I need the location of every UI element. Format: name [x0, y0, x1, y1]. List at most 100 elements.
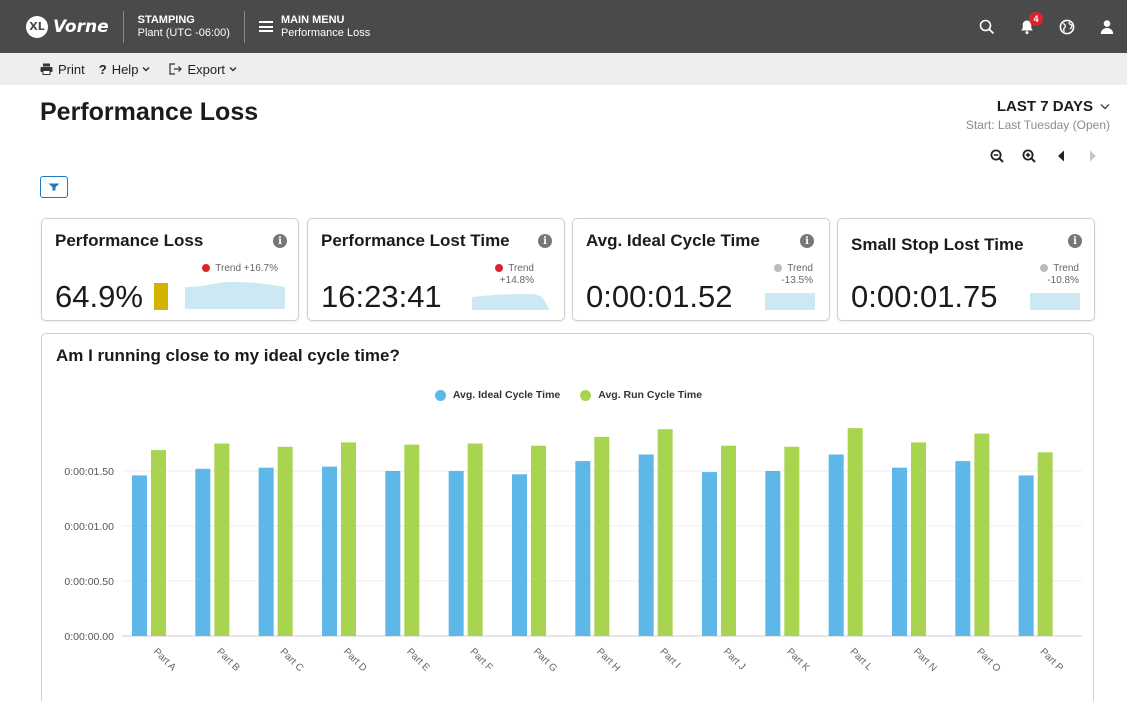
bar-run-cycle-time — [214, 443, 230, 636]
info-icon[interactable]: i — [273, 234, 287, 248]
x-tick-label: Part D — [341, 646, 369, 674]
trend-change: -10.8% — [1047, 275, 1079, 286]
bar-run-cycle-time — [657, 429, 673, 636]
print-label: Print — [58, 61, 85, 77]
time-navigation — [981, 146, 1109, 166]
search-button[interactable] — [967, 0, 1007, 53]
page-title: Performance Loss — [40, 98, 259, 126]
x-tick-label: Part N — [911, 646, 939, 674]
kpi-title: Performance Lost Time — [321, 231, 510, 250]
info-icon[interactable]: i — [800, 234, 814, 248]
export-label: Export — [187, 61, 226, 77]
kpi-card-performance-lost-time[interactable]: Performance Lost Time i Trend +14.8% 16:… — [307, 218, 565, 321]
bar-ideal-cycle-time — [132, 475, 147, 636]
y-tick-label: 0:00:01.50 — [64, 466, 114, 478]
main-menu-button[interactable]: MAIN MENU Performance Loss — [258, 13, 371, 40]
user-button[interactable] — [1087, 0, 1127, 53]
info-icon[interactable]: i — [1068, 234, 1082, 248]
y-tick-label: 0:00:00.00 — [64, 631, 114, 643]
date-range-label: LAST 7 DAYS — [996, 98, 1093, 115]
menu-subtitle: Performance Loss — [280, 26, 371, 39]
x-tick-label: Part P — [1038, 646, 1066, 674]
x-tick-label: Part B — [214, 646, 242, 674]
cycle-time-chart-panel: Am I running close to my ideal cycle tim… — [41, 333, 1094, 701]
bar-ideal-cycle-time — [512, 474, 527, 636]
kpi-title: Small Stop Lost Time — [851, 235, 1024, 254]
help-menu[interactable]: ? Help — [99, 62, 156, 77]
caret-left-icon — [1058, 150, 1064, 162]
hamburger-icon — [258, 21, 273, 32]
previous-period-button[interactable] — [1045, 146, 1077, 166]
kpi-title: Performance Loss — [55, 231, 204, 250]
logo-badge: XL — [26, 15, 48, 38]
zoom-in-button[interactable] — [1013, 146, 1045, 166]
search-icon — [979, 19, 995, 34]
chevron-down-icon — [1100, 104, 1110, 110]
trend-label: Trend — [1053, 263, 1079, 274]
globe-icon — [1059, 19, 1075, 34]
kpi-value: 0:00:01.52 — [586, 279, 733, 314]
kpi-title: Avg. Ideal Cycle Time — [586, 231, 760, 250]
kpi-trend: Trend -10.8% — [1040, 263, 1079, 287]
divider — [243, 10, 245, 43]
x-tick-label: Part H — [594, 646, 622, 674]
bar-run-cycle-time — [974, 433, 990, 636]
trend-label: Trend — [508, 263, 534, 274]
x-tick-label: Part L — [848, 646, 875, 673]
bar-ideal-cycle-time — [258, 467, 274, 636]
trend-sparkline — [472, 294, 550, 310]
x-tick-label: Part F — [468, 646, 495, 673]
bar-ideal-cycle-time — [828, 454, 844, 636]
trend-sparkline — [185, 281, 285, 309]
bar-run-cycle-time — [911, 442, 926, 636]
trend-dot — [774, 264, 783, 272]
bar-run-cycle-time — [341, 442, 356, 636]
chevron-down-icon — [229, 66, 237, 72]
filter-button[interactable] — [40, 176, 68, 198]
x-tick-label: Part C — [278, 646, 306, 674]
location-subtitle: Plant (UTC -06:00) — [137, 26, 230, 39]
print-button[interactable]: Print — [40, 62, 85, 77]
question-icon: ? — [98, 61, 107, 77]
bar-run-cycle-time — [721, 445, 736, 636]
kpi-card-performance-loss[interactable]: Performance Loss i Trend +16.7% 64.9% — [41, 218, 299, 321]
top-bar: XL Vorne STAMPING Plant (UTC -06:00) MAI… — [0, 0, 1127, 53]
trend-dot — [1040, 264, 1049, 272]
bar-run-cycle-time — [151, 450, 166, 636]
logo-text: Vorne — [53, 16, 109, 37]
kpi-value: 16:23:41 — [321, 279, 442, 314]
zoom-out-button[interactable] — [981, 146, 1013, 166]
bar-run-cycle-time — [847, 428, 863, 636]
bar-ideal-cycle-time — [322, 466, 337, 636]
trend-change: -13.5% — [781, 275, 813, 286]
trend-sparkline — [765, 293, 815, 310]
info-icon[interactable]: i — [538, 234, 552, 248]
vorne-logo[interactable]: XL Vorne — [26, 0, 109, 53]
notification-badge: 4 — [1029, 12, 1043, 26]
language-button[interactable] — [1047, 0, 1087, 53]
location-selector[interactable]: STAMPING Plant (UTC -06:00) — [138, 14, 230, 40]
bar-ideal-cycle-time — [575, 461, 591, 636]
help-label: Help — [111, 61, 139, 77]
date-range-selector[interactable]: LAST 7 DAYS Start: Last Tuesday (Open) — [966, 98, 1110, 132]
menu-title: MAIN MENU — [280, 13, 345, 26]
notifications-button[interactable]: 4 — [1007, 0, 1047, 53]
bar-run-cycle-time — [784, 446, 800, 636]
bar-ideal-cycle-time — [1018, 475, 1034, 636]
bar-ideal-cycle-time — [702, 472, 717, 636]
next-period-button[interactable] — [1077, 146, 1109, 166]
kpi-card-avg-ideal-cycle-time[interactable]: Avg. Ideal Cycle Time i Trend -13.5% 0:0… — [572, 218, 830, 321]
trend-dot — [495, 264, 504, 272]
x-tick-label: Part A — [151, 646, 178, 673]
user-icon — [1100, 19, 1114, 34]
bar-run-cycle-time — [467, 443, 483, 636]
date-range-start: Start: Last Tuesday (Open) — [965, 118, 1110, 132]
bar-run-cycle-time — [1037, 452, 1053, 636]
kpi-trend: Trend +16.7% — [202, 263, 278, 275]
kpi-trend: Trend -13.5% — [774, 263, 813, 287]
bar-run-cycle-time — [594, 436, 610, 636]
export-menu[interactable]: Export — [169, 62, 242, 77]
printer-icon — [40, 63, 53, 75]
trend-change: +14.8% — [499, 275, 534, 286]
kpi-card-small-stop-lost-time[interactable]: Small Stop Lost Time i Trend -10.8% 0:00… — [837, 218, 1095, 321]
